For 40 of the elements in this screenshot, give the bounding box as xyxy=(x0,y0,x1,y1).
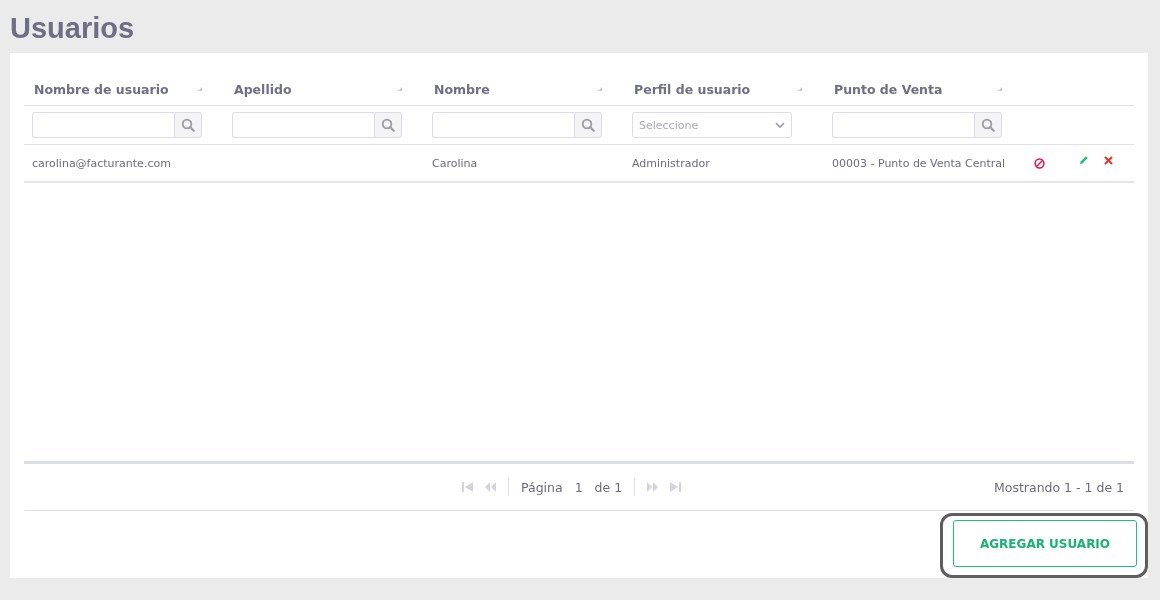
column-header[interactable]: Perfil de usuario xyxy=(624,73,824,106)
search-field[interactable] xyxy=(232,112,374,138)
search-field[interactable] xyxy=(432,112,574,138)
page-total: de 1 xyxy=(594,479,623,495)
column-header[interactable]: Punto de Venta xyxy=(824,73,1024,106)
search-button[interactable] xyxy=(174,112,202,138)
close-icon[interactable] xyxy=(1104,155,1113,165)
column-header[interactable]: Apellido xyxy=(224,73,424,106)
page-title: Usuarios xyxy=(9,11,136,46)
search-icon xyxy=(381,118,395,132)
search-button[interactable] xyxy=(374,112,402,138)
sort-icon xyxy=(998,87,1002,91)
sort-icon xyxy=(598,87,602,91)
table-cell: carolina@facturante.com xyxy=(32,156,171,170)
column-header[interactable]: Nombre xyxy=(424,73,624,106)
last-page-icon[interactable] xyxy=(670,482,682,492)
page-label: Página xyxy=(521,479,563,495)
sort-icon xyxy=(798,87,802,91)
column-header[interactable]: Nombre de usuario xyxy=(24,73,224,106)
search-button[interactable] xyxy=(574,112,602,138)
sort-icon xyxy=(398,87,402,91)
search-icon xyxy=(981,118,995,132)
sort-icon xyxy=(198,87,202,91)
table-cell: Administrador xyxy=(632,156,710,170)
pencil-icon[interactable] xyxy=(1079,155,1089,165)
table-cell: Carolina xyxy=(432,156,478,170)
chevron-down-icon xyxy=(775,121,785,129)
next-page-icon[interactable] xyxy=(647,482,659,492)
first-page-icon[interactable] xyxy=(462,482,473,492)
page-number[interactable]: 1 xyxy=(574,479,583,495)
add-user-button[interactable]: AGREGAR USUARIO xyxy=(953,520,1137,567)
search-icon xyxy=(181,118,195,132)
search-icon xyxy=(581,118,595,132)
search-field[interactable] xyxy=(832,112,974,138)
block-icon[interactable] xyxy=(1034,157,1045,169)
previous-page-icon[interactable] xyxy=(485,482,496,492)
search-field[interactable] xyxy=(32,112,174,138)
records-summary: Mostrando 1 - 1 de 1 xyxy=(994,479,1125,495)
table-cell: 00003 - Punto de Venta Central xyxy=(832,156,1006,170)
search-button[interactable] xyxy=(974,112,1002,138)
